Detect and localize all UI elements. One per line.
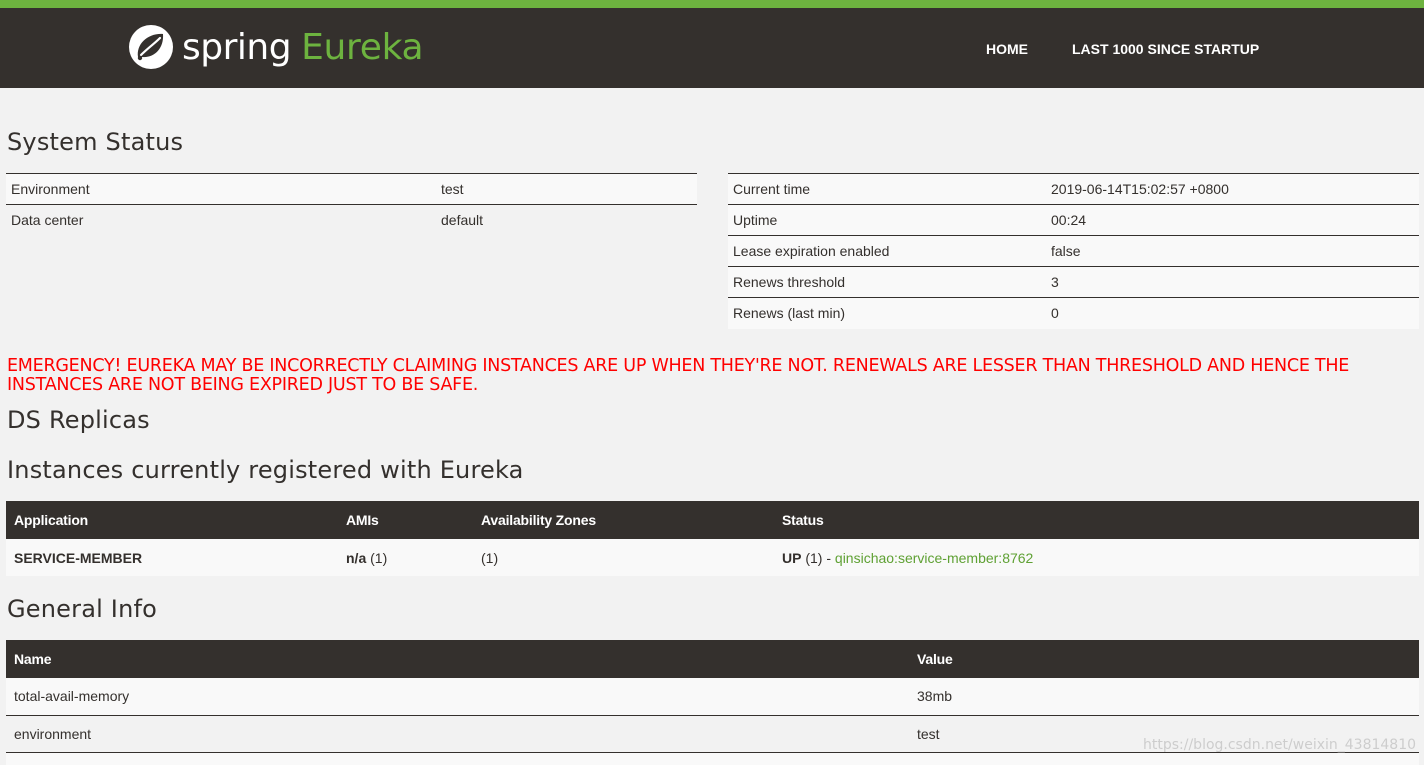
status-row: Renews threshold 3 [728, 266, 1419, 298]
info-value: 38mb [909, 678, 1419, 715]
column-header-amis: AMIs [338, 501, 473, 539]
amis-count: (1) [370, 549, 388, 566]
status-label: Environment [6, 173, 436, 205]
column-header-value: Value [909, 640, 1419, 678]
status-count: (1) - [805, 549, 832, 566]
nav-last-1000-link[interactable]: LAST 1000 SINCE STARTUP [1072, 41, 1259, 57]
status-value: 3 [1046, 266, 1419, 298]
status-cell: UP (1) - qinsichao:service-member:8762 [774, 539, 1419, 576]
application-name: SERVICE-MEMBER [6, 539, 338, 576]
brand-eureka-text: Eureka [301, 26, 424, 68]
watermark-text: https://blog.csdn.net/weixin_43814810 [1143, 737, 1417, 753]
table-row: total-avail-memory 38mb [6, 678, 1419, 715]
info-value [909, 751, 1419, 765]
status-value: default [436, 204, 697, 236]
status-label: Data center [6, 204, 436, 236]
system-status-left-table: Environment test Data center default [6, 173, 697, 236]
instances-heading: Instances currently registered with Eure… [7, 456, 524, 484]
nav-home-link[interactable]: HOME [986, 41, 1028, 57]
zones-cell: (1) [473, 539, 774, 576]
status-label: Renews (last min) [728, 297, 1046, 329]
status-row: Environment test [6, 173, 697, 205]
brand-spring-text: spring [182, 26, 292, 68]
status-label: Renews threshold [728, 266, 1046, 298]
status-row: Renews (last min) 0 [728, 297, 1419, 329]
status-row: Current time 2019-06-14T15:02:57 +0800 [728, 173, 1419, 205]
status-row: Lease expiration enabled false [728, 235, 1419, 267]
instance-link[interactable]: qinsichao:service-member:8762 [835, 550, 1033, 566]
status-value: false [1046, 235, 1419, 267]
general-info-heading: General Info [7, 595, 158, 623]
column-header-status: Status [774, 501, 1419, 539]
status-value: 00:24 [1046, 204, 1419, 236]
column-header-application: Application [6, 501, 338, 539]
brand-logo-link[interactable]: spring Eureka [128, 24, 424, 70]
spring-leaf-icon [129, 25, 173, 69]
status-label: Uptime [728, 204, 1046, 236]
info-name: environment [6, 714, 909, 752]
emergency-warning: EMERGENCY! EUREKA MAY BE INCORRECTLY CLA… [7, 356, 1350, 395]
amis-cell: n/a (1) [338, 539, 473, 576]
amis-value: n/a [346, 549, 367, 566]
system-status-right-table: Current time 2019-06-14T15:02:57 +0800 U… [728, 173, 1419, 329]
status-row: Uptime 00:24 [728, 204, 1419, 236]
status-label: Lease expiration enabled [728, 235, 1046, 267]
table-row-partial [6, 751, 1419, 765]
column-header-availability-zones: Availability Zones [473, 501, 774, 539]
status-value: test [436, 173, 697, 205]
column-header-name: Name [6, 640, 909, 678]
info-name [6, 751, 909, 765]
system-status-heading: System Status [7, 128, 184, 156]
ds-replicas-heading: DS Replicas [7, 406, 150, 434]
status-up: UP [782, 549, 802, 566]
top-navbar: spring Eureka HOME LAST 1000 SINCE START… [0, 0, 1424, 88]
info-name: total-avail-memory [6, 678, 909, 715]
status-row: Data center default [6, 204, 697, 236]
status-label: Current time [728, 173, 1046, 205]
status-value: 0 [1046, 297, 1419, 329]
instances-table: Application AMIs Availability Zones Stat… [6, 501, 1419, 576]
status-value: 2019-06-14T15:02:57 +0800 [1046, 173, 1419, 205]
table-row: SERVICE-MEMBER n/a (1) (1) UP (1) - qins… [6, 539, 1419, 576]
